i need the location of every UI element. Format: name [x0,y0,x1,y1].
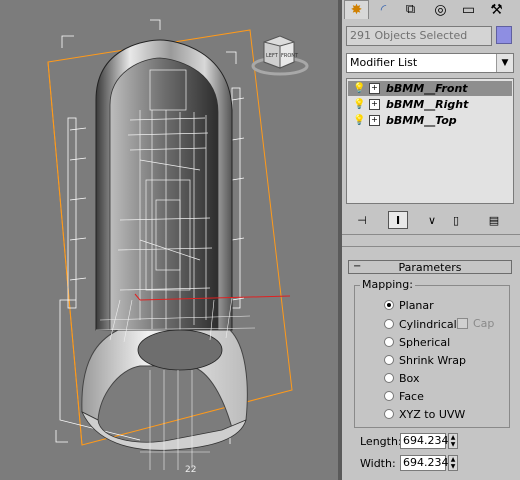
modifier-list-dropdown[interactable]: Modifier List ▼ [346,53,514,73]
trash-icon: ▯ [452,213,460,227]
length-field[interactable]: 694.234 [400,433,449,449]
hierarchy-tab[interactable]: ⧉ [398,0,423,19]
stack-item-label: bBMM__Right [386,98,469,111]
collapse-icon: − [353,261,362,272]
stack-item-label: bBMM__Top [386,114,457,127]
hierarchy-icon: ⧉ [405,2,416,17]
viewcube[interactable]: LEFT FRONT [250,28,310,78]
lightbulb-icon[interactable]: 💡 [353,83,365,94]
radio-face[interactable]: Face [384,388,424,404]
radio-label: Planar [399,298,434,312]
rollout-title: Parameters [398,260,462,274]
mapping-label: Mapping: [360,278,415,291]
cap-checkbox[interactable] [457,318,468,329]
radio-button[interactable] [384,355,394,365]
motion-tab[interactable]: ◎ [428,0,453,19]
utilities-tab[interactable]: ⚒ [484,0,509,19]
remove-modifier-button[interactable]: ▯ [446,211,466,229]
stack-item-bbmm-top[interactable]: 💡 + bBMM__Top [348,113,512,128]
end-result-icon: I [395,213,401,227]
radio-planar[interactable]: Planar [384,297,434,313]
radio-label: Spherical [399,335,451,349]
configure-icon: ▤ [488,213,500,227]
display-icon: ▭ [461,1,476,18]
expand-icon[interactable]: + [369,115,380,126]
expand-icon[interactable]: + [369,83,380,94]
radio-button[interactable] [384,337,394,347]
viewcube-left: LEFT [266,53,279,59]
cap-label: Cap [473,317,495,330]
modify-curve-icon: ◜ [380,1,387,18]
motion-icon: ◎ [434,1,447,18]
perspective-viewport[interactable]: 22 LEFT FRONT [0,0,338,480]
lightbulb-icon[interactable]: 💡 [353,115,365,126]
expand-icon[interactable]: + [369,99,380,110]
selection-color-swatch[interactable] [496,26,512,44]
parameters-rollout-header[interactable]: − Parameters [348,260,512,274]
radio-label: XYZ to UVW [399,407,466,421]
make-unique-icon: ∨ [427,213,437,227]
axis-label: 22 [185,465,196,475]
radio-label: Cylindrical [399,317,457,331]
stack-item-label: bBMM__Front [386,82,468,95]
make-unique-button[interactable]: ∨ [422,211,442,229]
show-end-result-button[interactable]: I [388,211,408,229]
hammer-icon: ⚒ [490,1,503,18]
selection-name-field[interactable]: 291 Objects Selected [346,26,492,46]
radio-spherical[interactable]: Spherical [384,334,450,350]
stack-item-bbmm-front[interactable]: 💡 + bBMM__Front [348,81,512,96]
stack-item-bbmm-right[interactable]: 💡 + bBMM__Right [348,97,512,112]
width-label: Width: [360,456,396,470]
radio-label: Face [399,389,424,403]
chevron-down-icon[interactable]: ▼ [496,54,513,72]
radio-label: Shrink Wrap [399,353,466,367]
divider [342,234,520,235]
modifier-stack[interactable]: 💡 + bBMM__Front 💡 + bBMM__Right 💡 + bBMM… [346,78,514,204]
viewcube-front: FRONT [281,53,299,59]
modify-tab[interactable]: ◜ [371,0,396,19]
command-panel: ✸ ◜ ⧉ ◎ ▭ ⚒ 291 Objects Selected Modifie… [342,0,520,480]
radio-cylindrical[interactable]: Cylindrical [384,316,457,332]
configure-sets-button[interactable]: ▤ [484,211,504,229]
pin-icon: ⊣ [357,213,367,227]
radio-shrink-wrap[interactable]: Shrink Wrap [384,352,466,368]
radio-xyz-to-uvw[interactable]: XYZ to UVW [384,406,465,422]
create-tab[interactable]: ✸ [344,0,369,19]
length-label: Length: [360,434,402,448]
divider [342,246,520,247]
stack-toolbar: ⊣ I ∨ ▯ ▤ [342,208,520,230]
star-icon: ✸ [350,2,363,18]
command-panel-tabs: ✸ ◜ ⧉ ◎ ▭ ⚒ [342,0,520,20]
radio-button[interactable] [384,409,394,419]
pin-stack-button[interactable]: ⊣ [352,211,372,229]
modifier-list-label: Modifier List [350,56,418,69]
width-field[interactable]: 694.234 [400,455,449,471]
width-spinner[interactable]: ▲ ▼ [448,455,458,471]
radio-button[interactable] [384,391,394,401]
radio-button[interactable] [384,319,394,329]
radio-label: Box [399,371,420,385]
radio-box[interactable]: Box [384,370,419,386]
radio-button[interactable] [384,300,394,310]
radio-button[interactable] [384,373,394,383]
display-tab[interactable]: ▭ [456,0,481,19]
length-spinner[interactable]: ▲ ▼ [448,433,458,449]
lightbulb-icon[interactable]: 💡 [353,99,365,110]
